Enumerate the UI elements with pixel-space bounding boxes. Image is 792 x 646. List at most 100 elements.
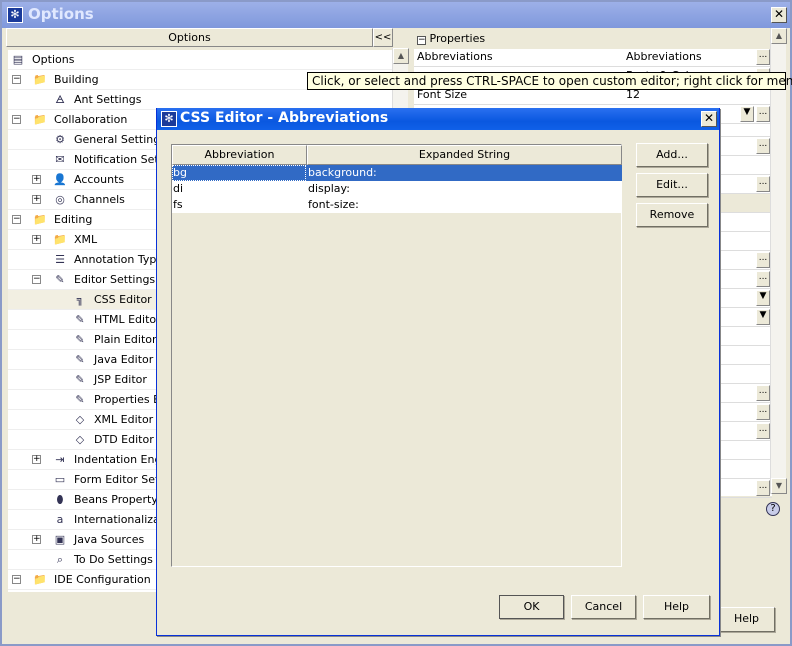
options-help-button[interactable]: Help xyxy=(718,607,775,632)
dropdown-button[interactable]: ▼ xyxy=(756,309,770,325)
tree-item-label: XML Editor xyxy=(94,413,154,426)
options-header: Options xyxy=(6,28,373,47)
scroll-up-button[interactable]: ▲ xyxy=(393,48,409,64)
tree-item-label: To Do Settings xyxy=(74,553,153,566)
window-close-button[interactable]: ✕ xyxy=(771,7,787,23)
css-icon: ╗ xyxy=(76,293,84,306)
tree-item-label: XML xyxy=(74,233,98,246)
dialog-help-button[interactable]: Help xyxy=(643,595,710,619)
window-title-bar: ✻ Options ✕ xyxy=(2,2,790,28)
table-row[interactable]: bg background: xyxy=(172,165,622,181)
expand-icon[interactable]: + xyxy=(32,195,41,204)
abbreviation-cell[interactable]: di xyxy=(172,181,306,197)
property-row[interactable]: Abbreviations Abbreviations... xyxy=(414,48,772,67)
collapse-button[interactable]: << xyxy=(373,28,393,47)
form-icon: ▭ xyxy=(54,473,66,486)
table-row[interactable]: di display: xyxy=(172,181,622,197)
table-row[interactable]: fs font-size: xyxy=(172,197,622,213)
ant-icon: 🜁 xyxy=(55,93,65,106)
ok-label: OK xyxy=(523,600,540,613)
tree-item-label: Java Editor xyxy=(94,353,154,366)
properties-section-label: Properties xyxy=(429,32,486,45)
abbreviation-cell[interactable]: fs xyxy=(172,197,306,213)
column-header-expanded-string[interactable]: Expanded String xyxy=(307,145,622,165)
tree-item-label: Collaboration xyxy=(54,113,128,126)
property-value: Abbreviations xyxy=(626,50,702,63)
annotation-icon: ☰ xyxy=(55,253,65,266)
channels-icon: ◎ xyxy=(55,193,65,206)
collapse-icon[interactable]: − xyxy=(417,36,426,45)
tree-item-label: Editing xyxy=(54,213,93,226)
expanded-string-cell[interactable]: background: xyxy=(307,165,622,181)
collapse-icon[interactable]: − xyxy=(12,115,21,124)
tree-item-label: Annotation Types xyxy=(74,253,169,266)
folder-icon: 📁 xyxy=(53,233,67,246)
tree-item[interactable]: ▤ Options xyxy=(8,50,394,70)
abbreviations-table: Abbreviation Expanded String bg backgroun… xyxy=(171,144,622,567)
tree-item-label: Options xyxy=(32,53,75,66)
dialog-app-icon: ✻ xyxy=(161,111,177,127)
remove-button[interactable]: Remove xyxy=(636,203,708,227)
properties-section[interactable]: − Properties xyxy=(414,30,772,49)
editor-icon: ✎ xyxy=(75,333,85,346)
collab-settings-icon: ⚙ xyxy=(55,133,65,146)
folder-icon: 📁 xyxy=(33,213,47,226)
bean-icon: ⬮ xyxy=(56,493,64,506)
custom-editor-button[interactable]: ... xyxy=(756,138,770,154)
collapse-icon[interactable]: − xyxy=(12,75,21,84)
expanded-string-cell[interactable]: font-size: xyxy=(307,197,622,213)
collapse-icon[interactable]: − xyxy=(12,215,21,224)
tree-item-label: Beans Property xyxy=(74,493,158,506)
props-scroll-down[interactable]: ▼ xyxy=(771,478,787,494)
custom-editor-button[interactable]: ... xyxy=(756,423,770,439)
custom-editor-button[interactable]: ... xyxy=(756,49,770,65)
app-icon: ✻ xyxy=(7,7,23,23)
edit-button[interactable]: Edit... xyxy=(636,173,708,197)
help-label: Help xyxy=(733,612,760,625)
tree-item-label: General Settings xyxy=(74,133,166,146)
expand-icon[interactable]: + xyxy=(32,235,41,244)
tree-item-label: CSS Editor xyxy=(94,293,152,306)
tree-item-label: Java Sources xyxy=(74,533,145,546)
custom-editor-button[interactable]: ... xyxy=(756,252,770,268)
custom-editor-button[interactable]: ... xyxy=(756,176,770,192)
custom-editor-button[interactable]: ... xyxy=(756,480,770,496)
cancel-button[interactable]: Cancel xyxy=(571,595,636,619)
column-header-abbreviation[interactable]: Abbreviation xyxy=(172,145,307,165)
custom-editor-button[interactable]: ... xyxy=(756,404,770,420)
custom-editor-button[interactable]: ... xyxy=(756,271,770,287)
editor-icon: ✎ xyxy=(75,373,85,386)
tree-item-label: Plain Editor xyxy=(94,333,157,346)
expand-icon[interactable]: + xyxy=(32,535,41,544)
expand-icon[interactable]: + xyxy=(32,455,41,464)
tree-item[interactable]: 🜁 Ant Settings xyxy=(8,90,394,110)
collapse-icon[interactable]: − xyxy=(32,275,41,284)
window-title: Options xyxy=(28,5,94,23)
dialog-title: CSS Editor - Abbreviations xyxy=(180,110,389,126)
editor-icon: ✎ xyxy=(75,313,85,326)
help-icon[interactable]: ? xyxy=(766,502,780,516)
tree-item-label: Ant Settings xyxy=(74,93,142,106)
options-icon: ▤ xyxy=(12,53,24,66)
dropdown-button[interactable]: ▼ xyxy=(756,290,770,306)
expand-icon[interactable]: + xyxy=(32,175,41,184)
folder-icon: 📁 xyxy=(33,73,47,86)
tree-item-label: IDE Configuration xyxy=(54,573,151,586)
indent-icon: ⇥ xyxy=(55,453,65,466)
tree-item-label: Editor Settings xyxy=(74,273,156,286)
expanded-string-cell[interactable]: display: xyxy=(307,181,622,197)
folder-icon: 📁 xyxy=(33,113,47,126)
abbreviation-cell[interactable]: bg xyxy=(172,165,306,181)
editor-icon: ✎ xyxy=(75,353,85,366)
java-sources-icon: ▣ xyxy=(54,533,66,546)
i18n-icon: a xyxy=(56,513,64,526)
accounts-icon: 👤 xyxy=(53,173,67,186)
custom-editor-button[interactable]: ... xyxy=(756,385,770,401)
add-button[interactable]: Add... xyxy=(636,143,708,167)
props-scrollbar[interactable]: ▲ ▼ xyxy=(770,28,787,494)
tree-item-label: JSP Editor xyxy=(94,373,147,386)
dialog-close-button[interactable]: ✕ xyxy=(701,111,717,127)
ok-button[interactable]: OK xyxy=(499,595,564,619)
props-scroll-up[interactable]: ▲ xyxy=(771,28,787,44)
collapse-icon[interactable]: − xyxy=(12,575,21,584)
